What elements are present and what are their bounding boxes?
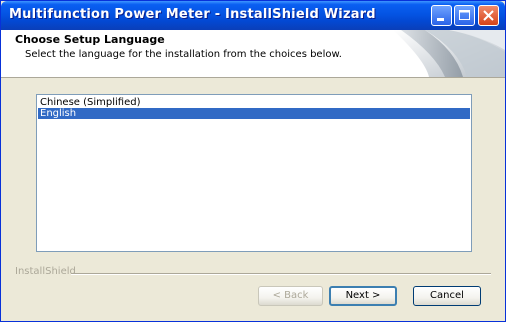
back-button[interactable]: < Back — [258, 286, 323, 306]
close-icon — [483, 10, 494, 21]
cancel-button[interactable]: Cancel — [413, 286, 481, 306]
window-title: Multifunction Power Meter - InstallShiel… — [9, 7, 376, 22]
minimize-button[interactable] — [431, 5, 452, 26]
footer-divider — [71, 273, 491, 275]
maximize-icon — [459, 10, 470, 20]
wizard-header: Choose Setup Language Select the languag… — [1, 30, 505, 78]
installshield-wizard-window: Multifunction Power Meter - InstallShiel… — [0, 0, 506, 322]
installshield-brand-label: InstallShield — [15, 266, 76, 277]
close-button[interactable] — [478, 5, 499, 26]
maximize-button[interactable] — [454, 5, 475, 26]
language-listbox[interactable]: Chinese (Simplified) English — [36, 94, 472, 252]
next-button[interactable]: Next > — [329, 286, 397, 306]
page-title: Choose Setup Language — [15, 33, 165, 46]
title-bar[interactable]: Multifunction Power Meter - InstallShiel… — [1, 1, 505, 30]
minimize-icon — [437, 18, 444, 21]
installshield-logo-graphic — [393, 30, 505, 77]
list-item-english[interactable]: English — [38, 108, 470, 119]
page-subtitle: Select the language for the installation… — [25, 49, 342, 60]
list-item-chinese-simplified[interactable]: Chinese (Simplified) — [38, 97, 470, 108]
